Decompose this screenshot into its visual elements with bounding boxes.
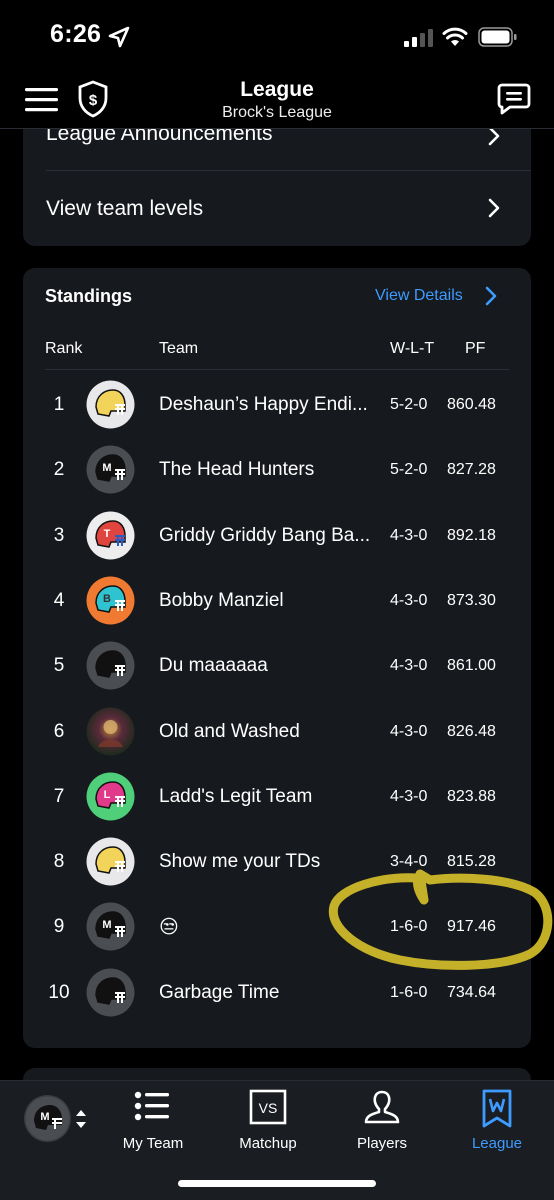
photo-avatar (86, 707, 135, 756)
svg-text:M: M (102, 919, 111, 931)
helmet-dark-icon (86, 641, 135, 690)
chat-icon[interactable] (497, 82, 531, 116)
row-divider (46, 170, 531, 171)
team-name[interactable]: Garbage Time (159, 982, 279, 1004)
view-details-link[interactable]: View Details (375, 287, 463, 305)
rank-number: 10 (48, 981, 70, 1003)
helmet-b-icon: B (86, 576, 135, 625)
helmet-m-icon: M (86, 902, 135, 951)
rank-number: 2 (53, 459, 65, 481)
col-team: Team (159, 340, 199, 357)
rank-number: 6 (53, 720, 65, 742)
points-for: 861.00 (447, 657, 496, 675)
helmet-dark-icon (86, 968, 135, 1017)
team-record: 4-3-0 (390, 591, 428, 609)
tab-my-team[interactable]: My Team (103, 1089, 203, 1152)
table-header-divider (45, 369, 509, 370)
team-name[interactable]: Ladd's Legit Team (159, 786, 312, 808)
chevron-right-icon (488, 198, 500, 218)
team-name[interactable]: Deshaun’s Happy Endi... (159, 394, 368, 416)
standings-row[interactable]: 1 Deshaun’s Happy Endi... 5-2-0 860.48 (23, 372, 531, 437)
points-for: 823.88 (447, 787, 496, 805)
col-pf: PF (465, 340, 486, 357)
helmet-m-icon: M (25, 1096, 70, 1141)
rank-number: 3 (53, 524, 65, 546)
svg-text:L: L (104, 789, 111, 801)
svg-text:VS: VS (259, 1100, 278, 1116)
standings-row[interactable]: 4 B Bobby Manziel 4-3-0 873.30 (23, 568, 531, 633)
tab-label: Players (356, 1135, 408, 1152)
standings-row[interactable]: 3 T Griddy Griddy Bang Ba... 4-3-0 892.18 (23, 503, 531, 568)
rank-number: 7 (53, 785, 65, 807)
rank-number: 5 (53, 655, 65, 677)
team-name[interactable]: Griddy Griddy Bang Ba... (159, 525, 370, 547)
vs-icon: VS (249, 1089, 287, 1125)
league-bookmark-icon (482, 1089, 512, 1128)
league-name: Brock's League (222, 104, 332, 121)
standings-title: Standings (45, 286, 133, 306)
helmet-t-icon: T (86, 511, 135, 560)
rank-number: 9 (53, 916, 65, 938)
list-icon (134, 1091, 169, 1121)
team-record: 5-2-0 (390, 396, 428, 413)
svg-text:B: B (103, 593, 111, 605)
team-record: 5-2-0 (390, 461, 428, 479)
standings-row[interactable]: 2 M The Head Hunters 5-2-0 827.28 (23, 437, 531, 502)
helmet-m-icon: M (86, 445, 135, 494)
view-team-levels-link[interactable]: View team levels (46, 197, 203, 221)
tab-matchup[interactable]: VS Matchup (218, 1089, 318, 1152)
tab-label: League (471, 1135, 523, 1152)
helmet-yellow-icon (86, 837, 135, 886)
points-for: 827.28 (447, 461, 496, 479)
team-name[interactable]: Du maaaaaa (159, 655, 268, 677)
battery-icon (478, 27, 517, 47)
helmet-l-icon: L (86, 772, 135, 821)
helmet-yellow-icon (86, 380, 135, 429)
svg-text:T: T (104, 528, 111, 540)
tab-label: My Team (122, 1135, 184, 1152)
page-title: League (240, 78, 314, 101)
points-for: 873.30 (447, 591, 496, 609)
status-time: 6:26 (50, 20, 102, 48)
tab-players[interactable]: Players (332, 1089, 432, 1152)
standings-row[interactable]: 7 L Ladd's Legit Team 4-3-0 823.88 (23, 764, 531, 829)
team-record: 1-6-0 (390, 983, 428, 1001)
team-record: 4-3-0 (390, 787, 428, 805)
team-name[interactable]: The Head Hunters (159, 459, 314, 481)
team-name[interactable]: 😒 (159, 916, 179, 939)
team-name[interactable]: Show me your TDs (159, 851, 320, 873)
status-bar: 6:26 (0, 0, 554, 74)
tab-label: Matchup (239, 1135, 297, 1152)
chevron-right-icon[interactable] (484, 286, 498, 306)
app-header-content: $ League Brock's League (0, 74, 554, 130)
team-record: 4-3-0 (390, 657, 428, 675)
wifi-icon (442, 27, 468, 46)
standings-row[interactable]: 6 Old and Washed 4-3-0 826.48 (23, 699, 531, 764)
home-indicator (178, 1180, 376, 1187)
col-rank: Rank (45, 340, 83, 357)
highlight-scribble (328, 869, 553, 970)
svg-text:M: M (102, 462, 111, 474)
team-record: 4-3-0 (390, 526, 428, 544)
team-avatar-switcher[interactable]: M (24, 1095, 71, 1142)
rank-number: 8 (53, 851, 65, 873)
sort-toggle-icon[interactable] (74, 1107, 88, 1131)
team-name[interactable]: Old and Washed (159, 721, 300, 743)
rank-number: 1 (53, 394, 65, 415)
points-for: 826.48 (447, 722, 496, 740)
standings-row[interactable]: 5 Du maaaaaa 4-3-0 861.00 (23, 633, 531, 698)
svg-text:M: M (40, 1111, 49, 1123)
points-for: 860.48 (447, 396, 496, 413)
person-icon (364, 1090, 400, 1124)
tab-league[interactable]: League (447, 1089, 547, 1152)
rank-number: 4 (53, 589, 65, 611)
cellular-signal-icon (404, 29, 433, 47)
col-wlt: W-L-T (390, 340, 435, 357)
points-for: 892.18 (447, 526, 496, 544)
points-for: 734.64 (447, 983, 496, 1001)
team-record: 4-3-0 (390, 722, 428, 740)
location-arrow-icon (108, 26, 130, 48)
team-name[interactable]: Bobby Manziel (159, 590, 284, 612)
